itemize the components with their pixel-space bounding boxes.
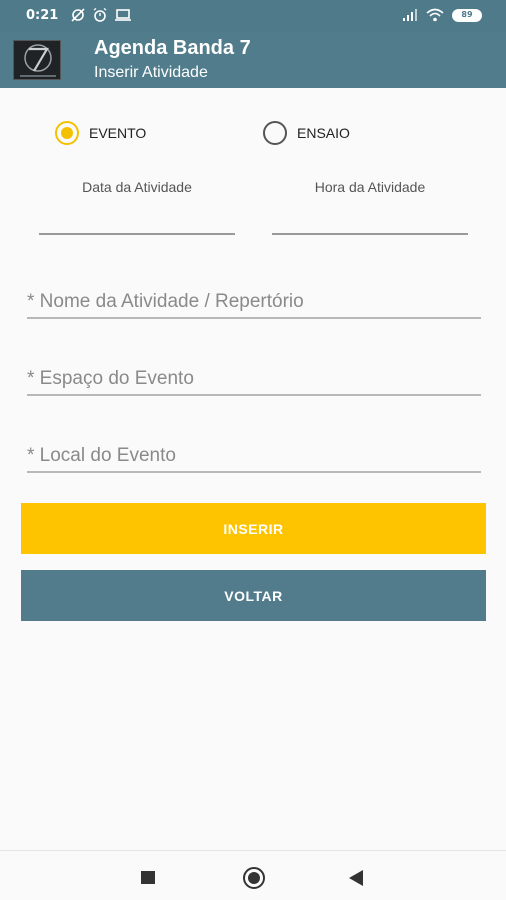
radio-option-ensaio[interactable]: ENSAIO xyxy=(263,121,350,145)
signal-icon xyxy=(403,9,417,21)
event-space-input[interactable] xyxy=(27,364,481,394)
date-picker[interactable] xyxy=(39,233,235,235)
time-picker[interactable] xyxy=(272,233,468,235)
status-time: 0:21 xyxy=(26,8,59,23)
app-subtitle: Inserir Atividade xyxy=(94,64,208,81)
radio-label-ensaio: ENSAIO xyxy=(297,125,350,141)
status-bar: 0:21 89 xyxy=(0,0,506,32)
status-icons-right: 89 xyxy=(402,8,482,22)
battery-icon: 89 xyxy=(452,8,482,22)
app-title: Agenda Banda 7 xyxy=(94,37,251,59)
radio-option-evento[interactable]: EVENTO xyxy=(55,121,146,145)
sync-off-icon xyxy=(71,8,85,22)
wifi-icon xyxy=(426,8,444,22)
radio-label-evento: EVENTO xyxy=(89,125,147,141)
insert-button[interactable]: INSERIR xyxy=(21,503,486,554)
radio-unchecked-icon[interactable] xyxy=(263,121,287,145)
date-label: Data da Atividade xyxy=(82,179,192,195)
event-location-input[interactable] xyxy=(27,441,481,471)
back-nav-icon[interactable] xyxy=(349,870,363,886)
radio-checked-icon[interactable] xyxy=(55,121,79,145)
activity-name-field[interactable] xyxy=(27,287,481,319)
status-icons-left xyxy=(70,7,132,23)
navigation-bar xyxy=(0,850,506,900)
app-bar: Agenda Banda 7 Inserir Atividade xyxy=(0,32,506,88)
recent-apps-icon[interactable] xyxy=(141,871,155,884)
laptop-icon xyxy=(115,9,131,21)
app-logo xyxy=(13,40,61,80)
back-button[interactable]: VOLTAR xyxy=(21,570,486,621)
home-icon[interactable] xyxy=(243,867,265,889)
activity-name-input[interactable] xyxy=(27,287,481,317)
event-location-field[interactable] xyxy=(27,441,481,473)
time-label: Hora da Atividade xyxy=(314,179,426,195)
alarm-icon xyxy=(93,7,107,22)
event-space-field[interactable] xyxy=(27,364,481,396)
